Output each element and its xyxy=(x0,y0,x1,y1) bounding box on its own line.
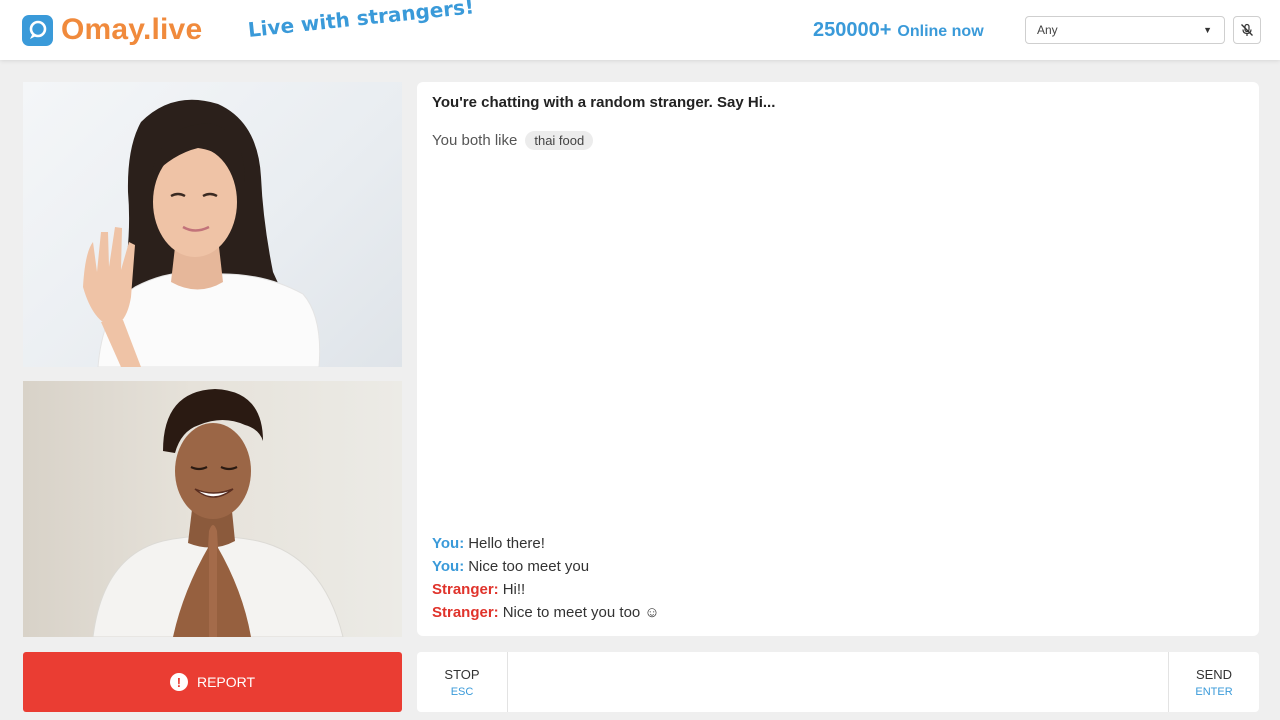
common-interests: You both like thai food xyxy=(432,131,594,150)
stop-button[interactable]: STOP ESC xyxy=(417,652,507,712)
message-bar: STOP ESC SEND ENTER xyxy=(417,652,1259,712)
stop-label: STOP xyxy=(444,666,480,682)
filter-select[interactable]: Any ▼ xyxy=(1025,16,1225,44)
online-counter: 250000+ Online now xyxy=(813,19,984,42)
common-interests-label: You both like xyxy=(432,132,518,149)
chat-message: You: Hello there! xyxy=(432,532,660,555)
message-sender: You: xyxy=(432,535,465,552)
alert-icon: ! xyxy=(169,673,188,691)
tagline: Live with strangers! xyxy=(246,0,476,42)
chat-log: You're chatting with a random stranger. … xyxy=(417,82,1259,636)
send-shortcut-hint: ENTER xyxy=(1195,685,1233,698)
logo-text: Omay.live xyxy=(61,13,203,46)
message-input[interactable] xyxy=(507,652,1169,712)
message-sender: Stranger: xyxy=(432,604,499,621)
stop-shortcut-hint: ESC xyxy=(450,685,474,698)
message-sender: You: xyxy=(432,558,465,575)
message-sender: Stranger: xyxy=(432,581,499,598)
self-video-frame xyxy=(92,389,344,637)
message-text: Nice too meet you xyxy=(468,558,590,575)
chat-bubble-icon xyxy=(22,14,53,46)
message-list: You: Hello there! You: Nice too meet you S… xyxy=(432,532,660,624)
top-bar: Omay.live Live with strangers! 250000+ O… xyxy=(0,0,1280,60)
message-text: Hello there! xyxy=(468,535,545,552)
chat-message: Stranger: Hi!! xyxy=(432,578,660,601)
online-label: Online now xyxy=(897,23,984,40)
logo[interactable]: Omay.live xyxy=(22,13,202,47)
chevron-down-icon: ▼ xyxy=(1203,25,1212,35)
report-label: REPORT xyxy=(196,674,256,690)
self-video xyxy=(23,381,402,637)
mic-off-icon xyxy=(1241,23,1253,36)
chat-message: Stranger: Nice to meet you too ☺ xyxy=(432,601,660,624)
chat-intro-text: You're chatting with a random stranger. … xyxy=(432,94,776,111)
interest-tag: thai food xyxy=(525,131,594,150)
mic-toggle-button[interactable] xyxy=(1233,16,1261,44)
filter-select-value: Any xyxy=(1037,23,1058,37)
online-count: 250000+ xyxy=(813,19,892,41)
send-label: SEND xyxy=(1195,666,1233,682)
stranger-video-frame xyxy=(83,99,321,367)
message-text: Nice to meet you too ☺ xyxy=(502,604,660,621)
report-button[interactable]: ! REPORT xyxy=(23,652,402,712)
chat-message: You: Nice too meet you xyxy=(432,555,660,578)
send-button[interactable]: SEND ENTER xyxy=(1169,652,1259,712)
message-text: Hi!! xyxy=(502,581,526,598)
stranger-video xyxy=(23,82,402,367)
